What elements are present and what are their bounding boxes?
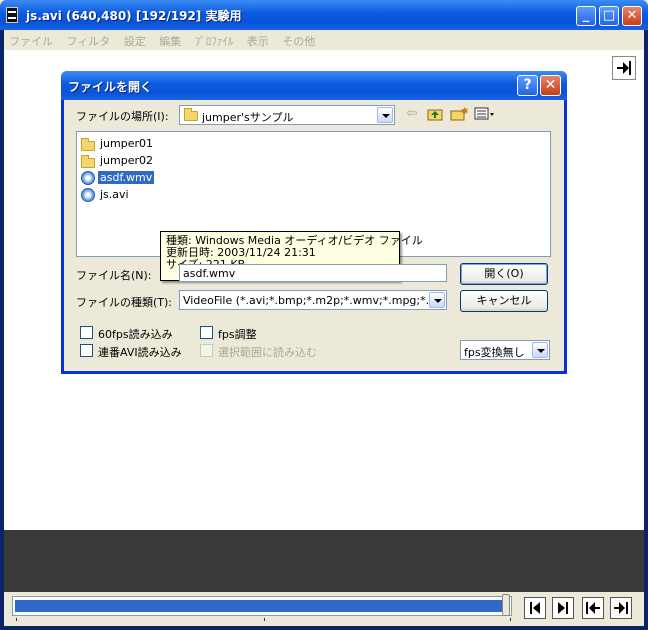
up-folder-button[interactable] [426,106,444,122]
chevron-down-icon[interactable] [429,292,445,308]
file-list[interactable]: jumper01 jumper02 asdf.wmv js.avi 種類: Wi… [76,131,551,281]
maximize-button[interactable]: □ [599,6,619,26]
filetype-label: ファイルの種類(T): [76,296,173,309]
next-frame-icon [558,602,568,614]
chevron-down-icon[interactable] [532,342,548,358]
back-icon[interactable]: ⇦ [403,106,421,122]
menu-profile[interactable]: ﾌﾟﾛﾌｧｲﾙ [190,30,239,49]
fps-convert-combo[interactable]: fps変換無し [460,340,550,360]
file-name: jumper02 [100,154,154,167]
selection-range-label: 選択範囲に読み込む [218,346,317,359]
fps60-label: 60fps読み込み [98,328,173,341]
svg-text:✱: ✱ [461,107,468,117]
up-folder-icon [427,109,443,121]
menu-view[interactable]: 表示 [242,30,274,49]
fps-adjust-label: fps調整 [218,328,257,341]
go-start-button[interactable] [582,597,604,619]
tick-mark [264,618,265,621]
menu-file[interactable]: ファイル [4,30,58,49]
tick-mark [510,618,511,621]
maximize-icon: □ [602,8,616,23]
serial-avi-checkbox[interactable] [80,344,93,357]
jump-end-icon [617,61,631,75]
menu-other[interactable]: その他 [277,30,320,49]
selection-range-checkbox [200,344,213,357]
close-icon: ✕ [626,8,638,23]
filename-input[interactable]: asdf.wmv [179,264,447,282]
look-in-value: jumper'sサンプル [202,111,294,124]
view-menu-button[interactable] [474,106,494,122]
minimize-icon: _ [582,8,590,23]
media-file-icon [81,188,95,202]
next-frame-button[interactable] [552,597,574,619]
open-button[interactable]: 開く(O) [460,263,548,285]
dialog-close-button[interactable]: ✕ [540,75,561,96]
close-button[interactable]: ✕ [622,6,642,26]
view-list-icon [474,107,494,120]
media-file-icon [81,171,95,185]
fps-convert-value: fps変換無し [464,346,525,359]
timeline-bar [4,592,644,626]
menu-edit[interactable]: 編集 [154,30,186,49]
dialog-title-bar[interactable]: ファイルを開く ? ✕ [61,71,567,100]
fps-adjust-checkbox[interactable] [200,326,213,339]
preview-background [4,530,644,592]
go-end-icon [614,602,628,614]
dialog-body: ファイルの場所(I): jumper'sサンプル ⇦ ✱ jumper01 ju… [64,100,564,371]
file-name: js.avi [100,188,129,201]
folder-icon [184,108,198,121]
new-folder-icon: ✱ [450,107,469,121]
file-name: jumper01 [100,137,154,150]
timeline-slider[interactable] [12,596,512,616]
open-file-dialog: ファイルを開く ? ✕ ファイルの場所(I): jumper'sサンプル ⇦ ✱… [61,71,567,374]
prev-frame-icon [530,602,540,614]
file-name: asdf.wmv [98,171,155,184]
window-title: js.avi (640,480) [192/192] 実験用 [26,9,242,23]
tick-mark [16,618,17,621]
folder-icon [81,138,95,151]
filetype-combo[interactable]: VideoFile (*.avi;*.bmp;*.m2p;*.wmv;*.mpg… [179,290,447,310]
look-in-combo[interactable]: jumper'sサンプル [179,105,395,125]
minimize-button[interactable]: _ [576,6,596,26]
help-button[interactable]: ? [517,75,538,96]
timeline-ticks [16,618,516,622]
chevron-down-icon[interactable] [377,107,393,123]
close-icon: ✕ [544,77,557,93]
filename-value: asdf.wmv [183,267,236,280]
film-icon [6,7,18,23]
menu-bar: ファイル フィルタ 設定 編集 ﾌﾟﾛﾌｧｲﾙ 表示 その他 [4,30,644,50]
folder-icon [81,155,95,168]
filetype-value: VideoFile (*.avi;*.bmp;*.m2p;*.wmv;*.mpg… [183,294,429,307]
filename-label: ファイル名(N): [76,269,152,282]
timeline-thumb[interactable] [502,594,510,616]
go-start-icon [586,602,600,614]
prev-frame-button[interactable] [524,597,546,619]
window-border [0,626,648,630]
timeline-progress [15,600,509,612]
jump-to-end-button[interactable] [612,56,636,80]
menu-settings[interactable]: 設定 [119,30,151,49]
new-folder-button[interactable]: ✱ [450,106,469,122]
help-icon: ? [523,77,532,93]
cancel-button[interactable]: キャンセル [460,290,548,312]
title-bar[interactable]: js.avi (640,480) [192/192] 実験用 _ □ ✕ [0,0,648,30]
serial-avi-label: 連番AVI読み込み [98,346,182,359]
dialog-title: ファイルを開く [68,80,153,94]
go-end-button[interactable] [610,597,632,619]
look-in-label: ファイルの場所(I): [76,110,169,123]
menu-filter[interactable]: フィルタ [62,30,116,49]
fps60-checkbox[interactable] [80,326,93,339]
